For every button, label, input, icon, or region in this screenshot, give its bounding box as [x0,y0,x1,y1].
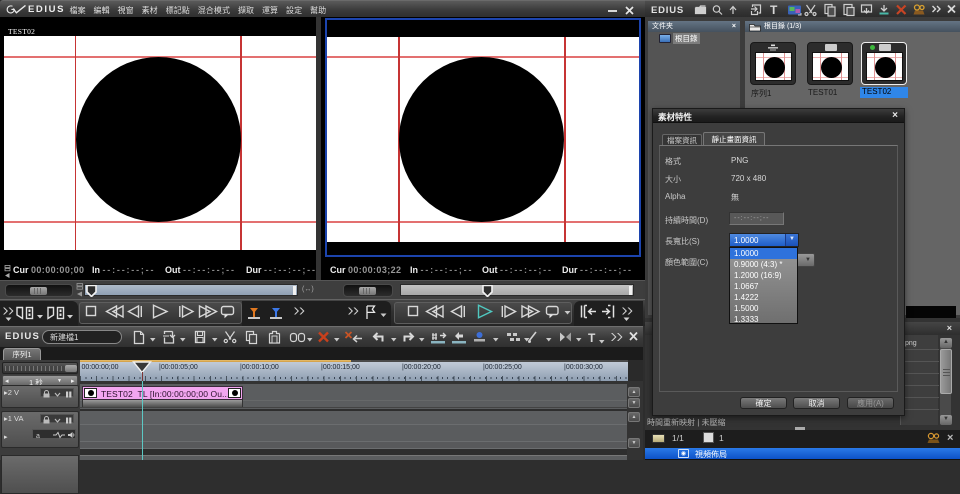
svg-text:T: T [770,3,778,17]
svg-text:a: a [36,433,40,439]
svg-text:T: T [588,331,596,345]
